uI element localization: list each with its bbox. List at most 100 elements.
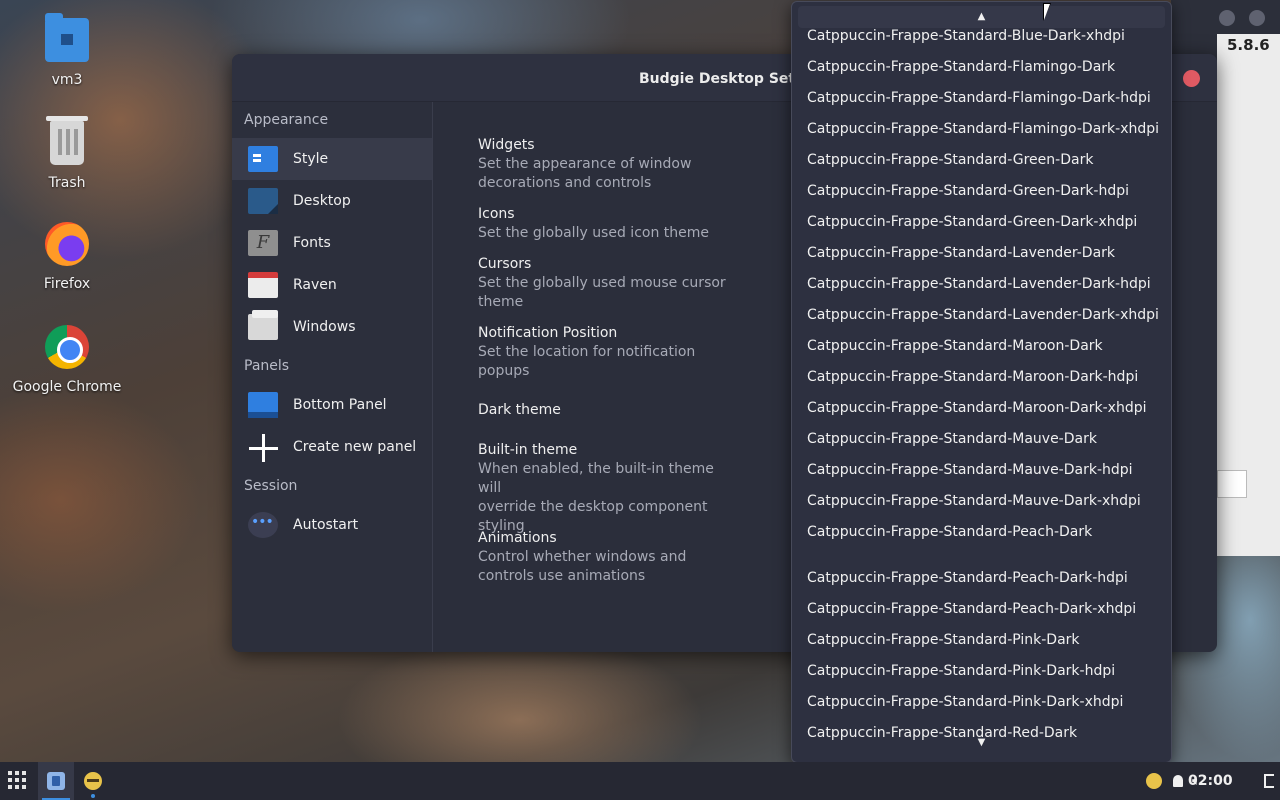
- theme-option[interactable]: Catppuccin-Frappe-Standard-Pink-Dark-xhd…: [807, 692, 1123, 712]
- chrome-icon: [45, 325, 89, 369]
- theme-option[interactable]: Catppuccin-Frappe-Standard-Maroon-Dark-h…: [807, 367, 1138, 387]
- bell-icon[interactable]: [1173, 775, 1183, 787]
- taskbar: 🔈︎ 02:00: [0, 762, 1280, 800]
- logout-icon[interactable]: [1264, 774, 1274, 788]
- desktop-icon-firefox[interactable]: Firefox: [7, 222, 127, 292]
- close-button[interactable]: [1249, 10, 1265, 26]
- taskbar-settings-button[interactable]: [38, 762, 74, 800]
- sidebar-item-create-panel[interactable]: Create new panel: [232, 426, 432, 468]
- theme-option[interactable]: Catppuccin-Frappe-Standard-Mauve-Dark: [807, 429, 1097, 449]
- app-menu-grid-icon[interactable]: [8, 771, 28, 791]
- folder-home-icon: [45, 13, 89, 62]
- setting-cursors: Cursors Set the globally used mouse curs…: [478, 255, 738, 312]
- theme-option[interactable]: Catppuccin-Frappe-Standard-Mauve-Dark-xh…: [807, 491, 1141, 511]
- setting-title: Notification Position: [478, 325, 618, 341]
- desktop-icon-label: Trash: [48, 175, 86, 191]
- theme-option[interactable]: Catppuccin-Frappe-Standard-Lavender-Dark…: [807, 274, 1151, 294]
- minimize-button[interactable]: [1219, 10, 1235, 26]
- setting-desc: Set the appearance of window: [478, 156, 692, 172]
- theme-option[interactable]: Catppuccin-Frappe-Standard-Peach-Dark-xh…: [807, 599, 1136, 619]
- desktop-icon-chrome[interactable]: Google Chrome: [7, 325, 127, 395]
- setting-icons: Icons Set the globally used icon theme: [478, 205, 738, 243]
- section-header-panels: Panels: [244, 358, 290, 374]
- theme-option[interactable]: Catppuccin-Frappe-Standard-Pink-Dark: [807, 630, 1080, 650]
- desktop-icon: [248, 188, 278, 214]
- theme-option[interactable]: Catppuccin-Frappe-Standard-Blue-Dark-xhd…: [807, 26, 1125, 46]
- bee-icon[interactable]: [1146, 773, 1162, 789]
- windows-icon: [248, 310, 278, 340]
- firefox-icon: [45, 222, 89, 266]
- mouse-cursor-icon: [1044, 4, 1050, 20]
- sidebar-item-label: Windows: [293, 319, 356, 335]
- chevron-down-icon: ▼: [977, 737, 986, 748]
- desktop-icon-vm3[interactable]: vm3: [7, 13, 127, 88]
- setting-desc: override the desktop component: [478, 499, 708, 515]
- sidebar-item-label: Desktop: [293, 193, 351, 209]
- panel-icon: [248, 392, 278, 418]
- setting-desc: When enabled, the built-in theme will: [478, 461, 714, 496]
- scroll-up-button[interactable]: ▲: [798, 6, 1165, 28]
- setting-title: Icons: [478, 206, 515, 222]
- sidebar-item-desktop[interactable]: Desktop: [232, 180, 432, 222]
- style-icon: [248, 146, 278, 172]
- sidebar-item-windows[interactable]: Windows: [232, 306, 432, 348]
- sidebar-item-fonts[interactable]: F Fonts: [232, 222, 432, 264]
- close-button[interactable]: [1183, 70, 1200, 87]
- theme-option[interactable]: Catppuccin-Frappe-Standard-Maroon-Dark-x…: [807, 398, 1147, 418]
- theme-option[interactable]: Catppuccin-Frappe-Standard-Lavender-Dark: [807, 243, 1115, 263]
- theme-option[interactable]: Catppuccin-Frappe-Standard-Flamingo-Dark: [807, 57, 1115, 77]
- trash-icon: [46, 116, 88, 165]
- theme-option[interactable]: Catppuccin-Frappe-Standard-Peach-Dark-hd…: [807, 568, 1128, 588]
- setting-title: Animations: [478, 530, 557, 546]
- sidebar-item-style[interactable]: Style: [232, 138, 432, 180]
- budgie-bee-icon: [84, 772, 102, 790]
- setting-desc: Set the globally used icon theme: [478, 225, 710, 241]
- setting-desc: Control whether windows and: [478, 549, 687, 565]
- desktop-icon-label: Firefox: [43, 276, 91, 292]
- text-field[interactable]: [1217, 470, 1247, 498]
- theme-option[interactable]: Catppuccin-Frappe-Standard-Green-Dark: [807, 150, 1093, 170]
- setting-widgets: Widgets Set the appearance of window dec…: [478, 136, 738, 193]
- setting-notification-position: Notification Position Set the location f…: [478, 324, 738, 381]
- sidebar-item-label: Bottom Panel: [293, 397, 387, 413]
- desktop-icon-label: vm3: [51, 72, 83, 88]
- sidebar: Appearance Style Desktop F Fonts Raven W…: [232, 102, 433, 652]
- theme-option[interactable]: Catppuccin-Frappe-Standard-Mauve-Dark-hd…: [807, 460, 1133, 480]
- autostart-icon: [248, 512, 278, 538]
- theme-option[interactable]: Catppuccin-Frappe-Standard-Lavender-Dark…: [807, 305, 1159, 325]
- clock[interactable]: 02:00: [1188, 773, 1233, 789]
- version-label: 5.8.6: [1227, 36, 1270, 54]
- setting-desc: Set the globally used mouse cursor: [478, 275, 726, 291]
- setting-dark-theme: Dark theme: [478, 401, 738, 420]
- theme-option[interactable]: Catppuccin-Frappe-Standard-Flamingo-Dark…: [807, 119, 1159, 139]
- setting-desc: decorations and controls: [478, 175, 652, 191]
- sidebar-item-bottom-panel[interactable]: Bottom Panel: [232, 384, 432, 426]
- theme-option[interactable]: Catppuccin-Frappe-Standard-Flamingo-Dark…: [807, 88, 1151, 108]
- setting-builtin-theme: Built-in theme When enabled, the built-i…: [478, 441, 738, 536]
- sidebar-item-label: Style: [293, 151, 329, 167]
- calendar-icon: [248, 272, 278, 298]
- theme-option[interactable]: Catppuccin-Frappe-Standard-Maroon-Dark: [807, 336, 1103, 356]
- desktop-icon-trash[interactable]: Trash: [7, 116, 127, 191]
- theme-option[interactable]: Catppuccin-Frappe-Standard-Pink-Dark-hdp…: [807, 661, 1115, 681]
- scroll-down-button[interactable]: ▼: [798, 732, 1165, 754]
- theme-option[interactable]: Catppuccin-Frappe-Standard-Green-Dark-xh…: [807, 212, 1137, 232]
- setting-title: Built-in theme: [478, 442, 578, 458]
- setting-desc: popups: [478, 363, 530, 379]
- theme-option[interactable]: Catppuccin-Frappe-Standard-Green-Dark-hd…: [807, 181, 1129, 201]
- setting-desc: theme: [478, 294, 524, 310]
- theme-option[interactable]: Catppuccin-Frappe-Standard-Peach-Dark: [807, 522, 1092, 542]
- sidebar-item-label: Fonts: [293, 235, 331, 251]
- plus-icon: [248, 434, 278, 462]
- theme-dropdown-popup[interactable]: ▲ Catppuccin-Frappe-Standard-Blue-Dark-x…: [791, 1, 1172, 763]
- section-header-session: Session: [244, 478, 298, 494]
- setting-animations: Animations Control whether windows and c…: [478, 529, 738, 586]
- sidebar-item-autostart[interactable]: Autostart: [232, 504, 432, 546]
- running-indicator: [91, 794, 95, 798]
- setting-desc: controls use animations: [478, 568, 646, 584]
- sidebar-item-raven[interactable]: Raven: [232, 264, 432, 306]
- chevron-up-icon: ▲: [977, 11, 986, 22]
- sidebar-item-label: Raven: [293, 277, 337, 293]
- window-title: Budgie Desktop Settin: [639, 71, 817, 87]
- settings-app-icon: [47, 772, 65, 790]
